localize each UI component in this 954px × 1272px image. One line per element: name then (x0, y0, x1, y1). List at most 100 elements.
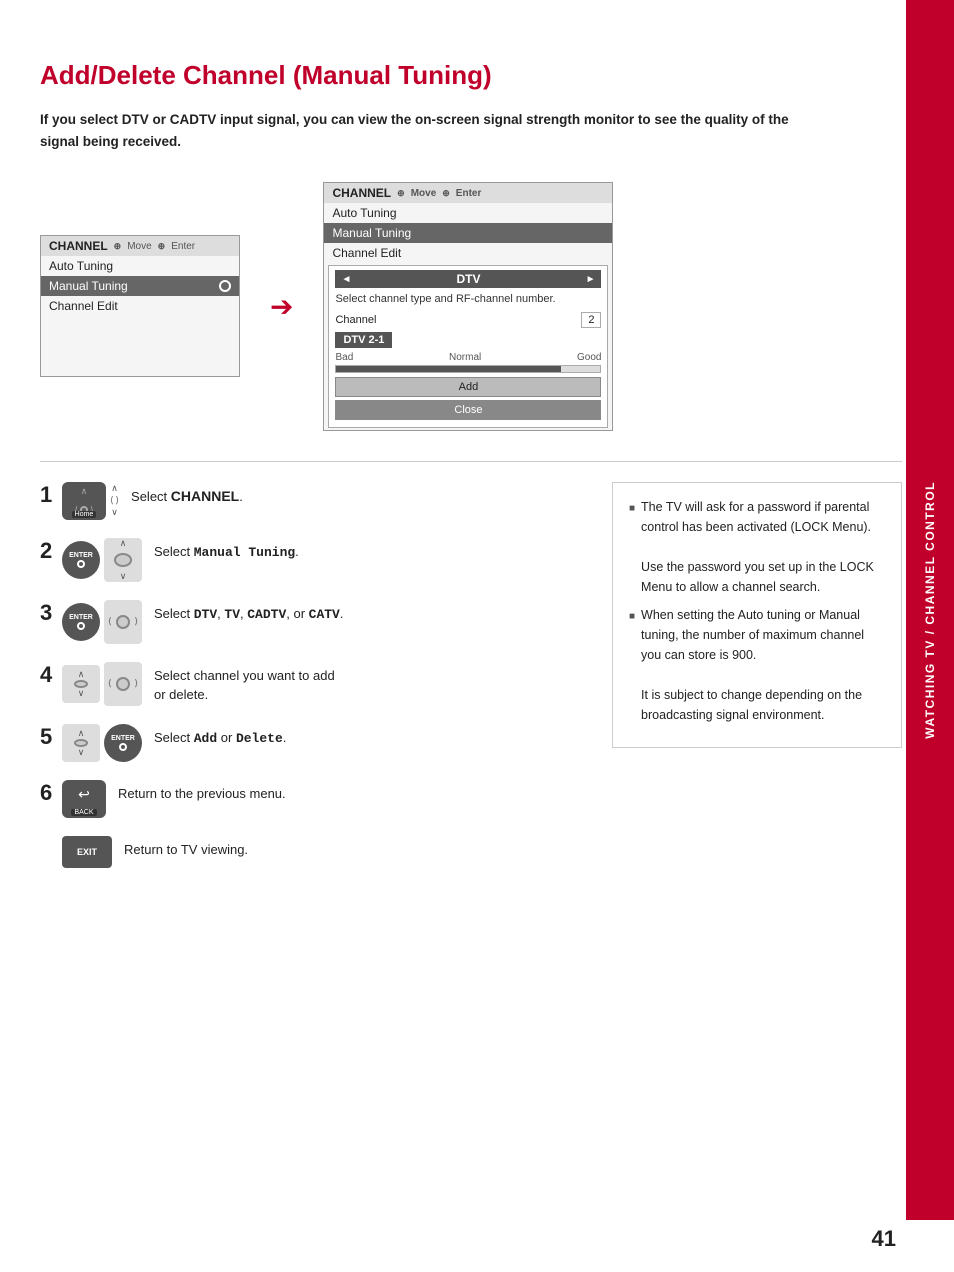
back-arrow: ↩ (78, 786, 90, 803)
step-2-manual: Manual Tuning (194, 545, 295, 560)
enter-btn-1: ENTER (62, 541, 100, 579)
note-2: ■ When setting the Auto tuning or Manual… (629, 605, 885, 725)
channel-menu-2: CHANNEL ⊕ Move ⊕ Enter Auto Tuning Manua… (323, 182, 613, 430)
menu1-move-icon: ⊕ (114, 241, 122, 252)
exit-btn: EXIT (62, 836, 112, 868)
enter-label-1: ENTER (69, 552, 93, 559)
menu1-enter-icon: ⊕ (158, 241, 166, 252)
screenshots-area: CHANNEL ⊕ Move ⊕ Enter Auto Tuning Manua… (40, 182, 902, 430)
step-5-delete: Delete (236, 731, 283, 746)
menu1-header: CHANNEL ⊕ Move ⊕ Enter (41, 236, 239, 256)
sq1-up: ∧ (78, 669, 85, 680)
nav-lr-1: ⟨ ⟩ (110, 495, 119, 506)
exit-label: EXIT (77, 847, 97, 857)
step-3-icons: ENTER ⟨ ⟩ (62, 600, 142, 644)
step-2-number: 2 (40, 540, 58, 562)
nav-btn-3: ⟨ ⟩ (104, 600, 142, 644)
signal-bar-bg (335, 365, 601, 373)
signal-good: Good (577, 352, 601, 363)
menu1-move-label: Move (127, 241, 151, 252)
submenu-channel-row: Channel 2 (335, 312, 601, 328)
step-6-icons: ↩ BACK (62, 780, 106, 818)
step-3-text: Select DTV, TV, CADTV, or CATV. (154, 600, 344, 625)
home-label: Home (72, 511, 97, 518)
step-1-text: Select CHANNEL. (131, 482, 243, 507)
menu2-item-edit: Channel Edit (324, 243, 612, 263)
sq1-down: ∨ (78, 688, 85, 699)
exit-text: Return to TV viewing. (124, 836, 248, 860)
nav-down-1: ∨ (111, 507, 118, 518)
main-content: Add/Delete Channel (Manual Tuning) If yo… (40, 60, 902, 886)
submenu-channel-label: Channel (335, 314, 376, 326)
menu1-item-edit: Channel Edit (41, 296, 239, 316)
sidebar-label: WATCHING TV / CHANNEL CONTROL (923, 481, 937, 739)
menu1-title: CHANNEL (49, 239, 108, 253)
step-5-text: Select Add or Delete. (154, 724, 286, 749)
submenu-dtv-row: ◄ DTV ► (335, 270, 601, 288)
sq2-center (74, 739, 88, 747)
step-3: 3 ENTER ⟨ ⟩ Select DTV, TV, CADTV, or CA… (40, 600, 582, 644)
step-6: 6 ↩ BACK Return to the previous menu. (40, 780, 582, 818)
menu2-enter-icon: ⊕ (442, 188, 450, 199)
nav-center-3 (116, 615, 130, 629)
step-3-number: 3 (40, 602, 58, 624)
enter-circle-2 (77, 622, 85, 630)
nav-right-3: ⟩ (134, 616, 138, 627)
signal-bar-area: Bad Normal Good (335, 352, 601, 373)
step-5-add: Add (194, 731, 217, 746)
step-1-nav: ∧ ⟨ ⟩ ∨ (110, 483, 119, 518)
signal-labels: Bad Normal Good (335, 352, 601, 363)
step-1-icons: ∧ ⟨ ⟩ Home ∧ ⟨ ⟩ (62, 482, 119, 520)
step-4-text: Select channel you want to addor delete. (154, 662, 335, 705)
nav-left-3: ⟨ (108, 616, 112, 627)
submenu-panel: ◄ DTV ► Select channel type and RF-chann… (328, 265, 608, 427)
channel-menu-1: CHANNEL ⊕ Move ⊕ Enter Auto Tuning Manua… (40, 235, 240, 377)
add-button[interactable]: Add (335, 377, 601, 397)
menu1-enter-label: Enter (171, 241, 195, 252)
step-3-catv: CATV (309, 607, 340, 622)
step-5: 5 ∧ ∨ ENTER Select Add or Delete. (40, 724, 582, 762)
intro-text: If you select DTV or CADTV input signal,… (40, 109, 800, 152)
menu2-move-label: Move (411, 188, 437, 199)
nav-center-2 (114, 553, 132, 567)
home-btn: ∧ ⟨ ⟩ Home (62, 482, 106, 520)
signal-normal: Normal (449, 352, 481, 363)
menu2-item-manual: Manual Tuning (324, 223, 612, 243)
nav-center-4 (116, 677, 130, 691)
steps-right: ■ The TV will ask for a password if pare… (612, 482, 902, 886)
nav-left-1: ⟨ (110, 495, 114, 506)
step-1-channel: CHANNEL (171, 488, 239, 504)
submenu-channel-num: 2 (581, 312, 601, 328)
menu1-item-auto: Auto Tuning (41, 256, 239, 276)
sq1-center (74, 680, 88, 688)
divider (40, 461, 902, 462)
submenu-desc: Select channel type and RF-channel numbe… (335, 292, 601, 307)
menu2-item-auto: Auto Tuning (324, 203, 612, 223)
bullet-2: ■ (629, 609, 635, 725)
enter-btn-2: ENTER (62, 603, 100, 641)
enter-circle-3 (119, 743, 127, 751)
nav-left-4: ⟨ (108, 678, 112, 689)
nav-btn-2: ∧ ∨ (104, 538, 142, 582)
enter-label-3: ENTER (111, 735, 135, 742)
home-up-arrow: ∧ (81, 486, 88, 497)
note-2-text: When setting the Auto tuning or Manual t… (641, 605, 885, 725)
close-button[interactable]: Close (335, 400, 601, 420)
enter-label-2: ENTER (69, 614, 93, 621)
submenu-dtv-label: DTV (456, 272, 480, 286)
sidebar: WATCHING TV / CHANNEL CONTROL (906, 0, 954, 1220)
menu2-header: CHANNEL ⊕ Move ⊕ Enter (324, 183, 612, 203)
menu2-title: CHANNEL (332, 186, 391, 200)
step-3-cadtv: CADTV (247, 607, 286, 622)
back-label: BACK (71, 809, 96, 816)
menu1-circle-icon (219, 280, 231, 292)
step-4-icons: ∧ ∨ ⟨ ⟩ (62, 662, 142, 706)
menu1-item-manual: Manual Tuning (41, 276, 239, 296)
home-arrows: ∧ (81, 486, 88, 497)
page-title: Add/Delete Channel (Manual Tuning) (40, 60, 902, 91)
signal-bar-fill (336, 366, 560, 372)
nav-right-1: ⟩ (116, 495, 120, 506)
step-4-number: 4 (40, 664, 58, 686)
step-1-number: 1 (40, 484, 58, 506)
submenu-right-arrow: ► (586, 274, 596, 285)
